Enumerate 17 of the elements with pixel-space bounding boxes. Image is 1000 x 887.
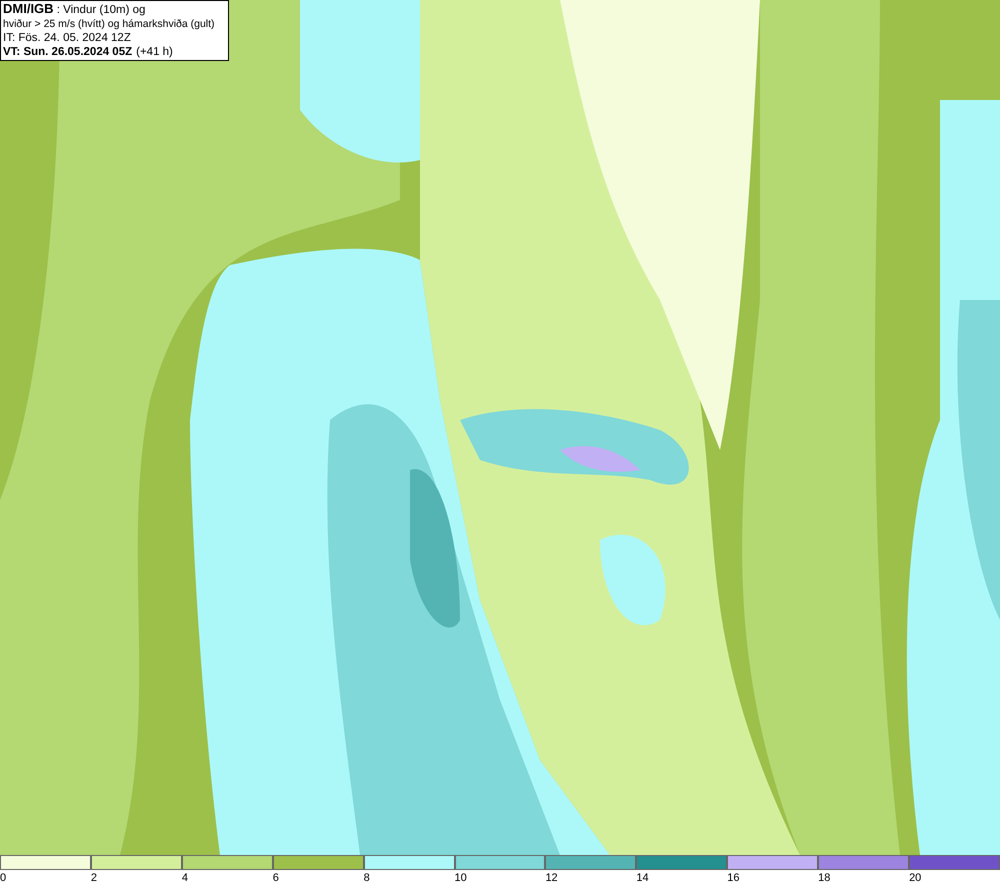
valid-time: VT: Sun. 26.05.2024 05Z xyxy=(3,45,132,59)
legend-label: 6 xyxy=(272,871,279,885)
legend-label: 0 xyxy=(0,871,6,885)
source-label: DMI/IGB xyxy=(3,1,54,16)
legend-label: 10 xyxy=(454,871,467,885)
legend-label: 8 xyxy=(364,871,370,885)
map-title: : Vindur (10m) og xyxy=(56,4,146,16)
legend-label: 16 xyxy=(727,871,740,885)
legend-label: 20 xyxy=(909,871,922,885)
legend-label: 18 xyxy=(818,871,830,885)
legend-label: 12 xyxy=(545,871,558,885)
map-subtitle: hviður > 25 m/s (hvítt) og hámarkshviða (gult) xyxy=(3,17,216,31)
legend-label: 14 xyxy=(636,871,649,885)
legend-label: 2 xyxy=(90,871,98,885)
lead-time: (+41 h) xyxy=(136,45,173,59)
initial-time: IT: Fös. 24. 05. 2024 12Z xyxy=(3,31,132,45)
legend-label: 4 xyxy=(182,871,188,885)
